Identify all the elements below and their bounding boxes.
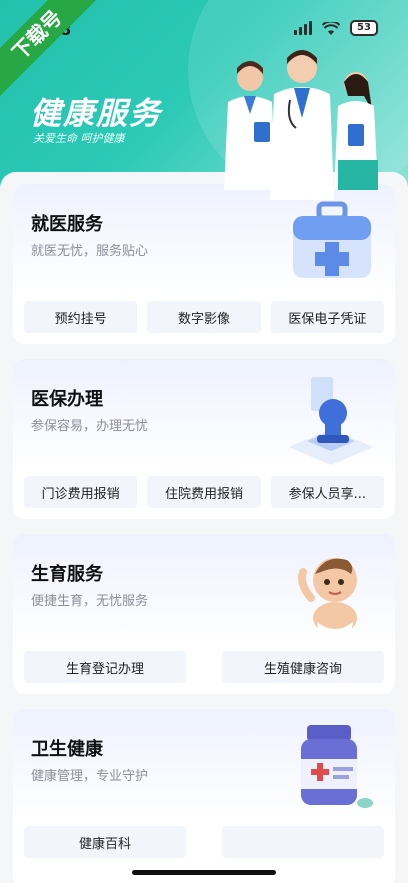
signal-icon xyxy=(294,21,312,35)
card-title: 生育服务 xyxy=(31,564,103,585)
card-health[interactable]: 卫生健康 健康管理，专业守护 健康百科 xyxy=(13,709,395,883)
card-subtitle: 就医无忧，服务贴心 xyxy=(31,244,149,259)
medical-kit-icon xyxy=(293,201,371,278)
button-row: 健康百科 xyxy=(24,826,384,858)
insurance-ecert-button[interactable]: 医保电子凭证 xyxy=(270,301,384,333)
card-maternity[interactable]: 生育服务 便捷生育，无忧服务 生育登记办理 生殖健康咨询 xyxy=(13,534,395,694)
health-encyclopedia-button[interactable]: 健康百科 xyxy=(24,826,186,858)
home-indicator[interactable] xyxy=(132,870,276,875)
outpatient-reimburse-button[interactable]: 门诊费用报销 xyxy=(24,476,138,508)
card-title: 卫生健康 xyxy=(31,739,103,760)
insured-benefits-button[interactable]: 参保人员享... xyxy=(270,476,384,508)
inpatient-reimburse-button[interactable]: 住院费用报销 xyxy=(147,476,261,508)
stamp-icon xyxy=(289,377,373,465)
page-subtitle: 关爱生命 呵护健康 xyxy=(33,132,125,145)
button-row: 生育登记办理 生殖健康咨询 xyxy=(24,651,384,683)
medicine-bottle-icon xyxy=(301,725,373,808)
appointment-button[interactable]: 预约挂号 xyxy=(24,301,138,333)
wifi-icon xyxy=(321,20,341,35)
card-title: 医保办理 xyxy=(31,389,103,410)
card-subtitle: 便捷生育，无忧服务 xyxy=(31,594,149,609)
card-insurance[interactable]: 医保办理 参保容易，办理无忧 门诊费用报销 住院费用报销 参保人员享... xyxy=(13,359,395,519)
card-subtitle: 健康管理，专业守护 xyxy=(31,769,149,784)
page-title: 健康服务 xyxy=(30,96,162,132)
doctors-illustration-icon xyxy=(224,50,378,200)
button-row: 门诊费用报销 住院费用报销 参保人员享... xyxy=(24,476,384,508)
card-subtitle: 参保容易，办理无忧 xyxy=(31,419,149,434)
button-row: 预约挂号 数字影像 医保电子凭证 xyxy=(24,301,384,333)
status-icons: 53 xyxy=(294,20,378,36)
baby-icon xyxy=(298,558,357,634)
reproductive-consult-button[interactable]: 生殖健康咨询 xyxy=(222,651,384,683)
health-secondary-button[interactable] xyxy=(222,826,384,858)
services-list: 就医服务 就医无忧，服务贴心 预约挂号 数字影像 医保电子凭证 医保办理 参保容… xyxy=(0,172,408,883)
battery-icon: 53 xyxy=(350,20,378,36)
card-title: 就医服务 xyxy=(31,214,103,235)
card-medical-service[interactable]: 就医服务 就医无忧，服务贴心 预约挂号 数字影像 医保电子凭证 xyxy=(13,184,395,344)
digital-imaging-button[interactable]: 数字影像 xyxy=(147,301,261,333)
birth-registration-button[interactable]: 生育登记办理 xyxy=(24,651,186,683)
